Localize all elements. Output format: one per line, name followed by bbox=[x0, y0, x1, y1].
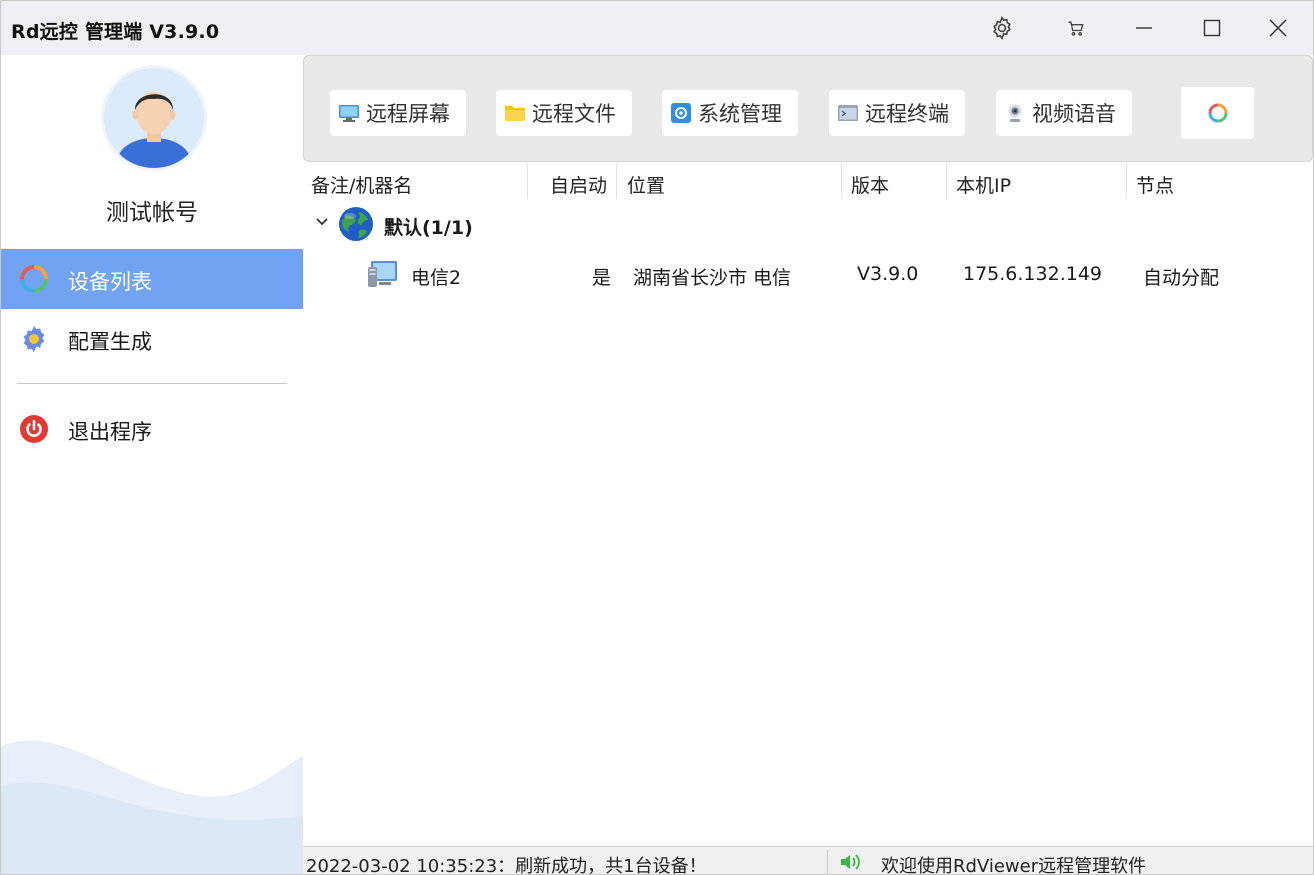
globe-icon bbox=[339, 207, 373, 241]
group-row[interactable]: 默认(1/1) bbox=[303, 201, 1313, 245]
refresh-button[interactable] bbox=[1181, 87, 1254, 139]
sidebar-wave-decoration bbox=[1, 740, 303, 874]
title-bar[interactable]: Rd远控 管理端 V3.9.0 bbox=[1, 1, 1313, 55]
app-title: Rd远控 管理端 V3.9.0 bbox=[11, 21, 220, 43]
chevron-down-icon[interactable] bbox=[315, 217, 329, 227]
nav-item-exit[interactable]: 退出程序 bbox=[1, 399, 303, 459]
tool-label: 系统管理 bbox=[698, 102, 782, 126]
terminal-icon bbox=[838, 105, 858, 121]
cart-icon bbox=[1068, 21, 1084, 36]
column-header-version[interactable]: 版本 bbox=[851, 171, 889, 198]
tool-label: 远程终端 bbox=[865, 102, 949, 126]
computer-icon bbox=[368, 261, 397, 287]
minimize-icon bbox=[1136, 27, 1152, 29]
webcam-icon bbox=[1008, 104, 1022, 122]
remote-file-button[interactable]: 远程文件 bbox=[496, 90, 632, 136]
remote-screen-button[interactable]: 远程屏幕 bbox=[330, 90, 466, 136]
device-autostart: 是 bbox=[592, 267, 612, 289]
system-settings-icon bbox=[671, 103, 691, 123]
account-name: 测试帐号 bbox=[106, 200, 198, 226]
system-manage-button[interactable]: 系统管理 bbox=[662, 90, 798, 136]
nav-item-label: 退出程序 bbox=[68, 420, 152, 444]
column-separator[interactable] bbox=[946, 163, 947, 199]
table-header: 备注/机器名 自启动 位置 版本 本机IP 节点 bbox=[303, 163, 1313, 199]
device-location: 湖南省长沙市 电信 bbox=[633, 267, 792, 289]
sidebar: 测试帐号 设备列表 配置生成 退出程序 bbox=[1, 55, 303, 874]
folder-icon bbox=[505, 106, 525, 121]
refresh-ring-icon bbox=[1208, 103, 1227, 123]
close-button[interactable] bbox=[1245, 1, 1311, 55]
status-message: 2022-03-02 10:35:23：刷新成功，共1台设备！ bbox=[306, 856, 707, 875]
close-icon bbox=[1269, 19, 1287, 37]
app-window: Rd远控 管理端 V3.9.0 测试帐号 设备列表 配置生成 退出程序 远程屏幕… bbox=[0, 0, 1314, 875]
nav-item-device-list[interactable]: 设备列表 bbox=[1, 249, 303, 309]
toolbar: 远程屏幕 远程文件 系统管理 远程终端 视频语音 bbox=[303, 55, 1313, 162]
monitor-icon bbox=[339, 105, 359, 122]
gear-icon bbox=[23, 326, 45, 352]
device-node: 自动分配 bbox=[1143, 267, 1220, 289]
status-separator bbox=[827, 850, 828, 874]
speaker-icon bbox=[841, 854, 860, 870]
group-name: 默认(1/1) bbox=[384, 217, 473, 239]
tool-label: 远程屏幕 bbox=[366, 102, 450, 126]
minimize-button[interactable] bbox=[1111, 1, 1177, 55]
column-header-name[interactable]: 备注/机器名 bbox=[311, 171, 412, 198]
column-separator[interactable] bbox=[1126, 163, 1127, 199]
gear-icon bbox=[993, 15, 1011, 41]
refresh-ring-icon bbox=[20, 265, 48, 293]
main-panel: 远程屏幕 远程文件 系统管理 远程终端 视频语音 备注/机器名 自启动 位置 版… bbox=[303, 55, 1313, 846]
nav-divider bbox=[17, 383, 287, 384]
video-voice-button[interactable]: 视频语音 bbox=[996, 90, 1132, 136]
column-header-autostart[interactable]: 自启动 bbox=[550, 171, 607, 198]
cart-button[interactable] bbox=[1043, 1, 1109, 55]
tool-label: 远程文件 bbox=[532, 102, 616, 126]
settings-button[interactable] bbox=[969, 1, 1035, 55]
column-header-location[interactable]: 位置 bbox=[627, 171, 665, 198]
column-header-node[interactable]: 节点 bbox=[1136, 171, 1174, 198]
maximize-button[interactable] bbox=[1179, 1, 1245, 55]
nav-item-label: 设备列表 bbox=[68, 270, 152, 294]
avatar bbox=[101, 65, 207, 171]
power-icon bbox=[20, 415, 48, 443]
nav-item-config-generate[interactable]: 配置生成 bbox=[1, 309, 303, 369]
device-name: 电信2 bbox=[411, 267, 462, 289]
column-separator[interactable] bbox=[527, 163, 528, 199]
maximize-icon bbox=[1203, 19, 1221, 37]
tool-label: 视频语音 bbox=[1032, 102, 1116, 126]
status-bar: 2022-03-02 10:35:23：刷新成功，共1台设备！ 欢迎使用RdVi… bbox=[303, 846, 1313, 875]
table-row[interactable]: 电信2 是 湖南省长沙市 电信 V3.9.0 175.6.132.149 自动分… bbox=[303, 251, 1313, 297]
device-version: V3.9.0 bbox=[857, 263, 919, 285]
remote-terminal-button[interactable]: 远程终端 bbox=[829, 90, 965, 136]
column-separator[interactable] bbox=[841, 163, 842, 199]
welcome-message: 欢迎使用RdViewer远程管理软件 bbox=[881, 856, 1147, 875]
device-ip: 175.6.132.149 bbox=[963, 263, 1103, 285]
column-header-ip[interactable]: 本机IP bbox=[956, 171, 1011, 198]
column-separator[interactable] bbox=[616, 163, 617, 199]
nav-item-label: 配置生成 bbox=[68, 330, 152, 354]
